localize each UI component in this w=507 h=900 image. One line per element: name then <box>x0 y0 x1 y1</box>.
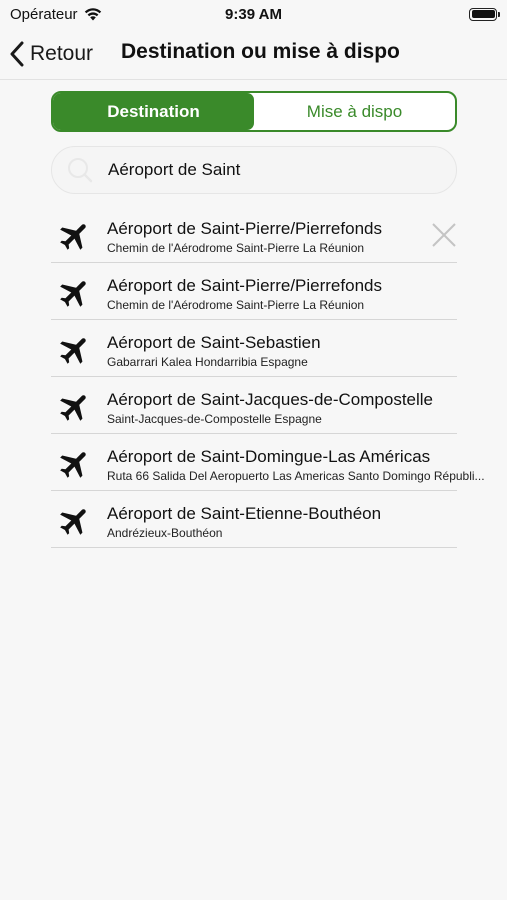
result-name: Aéroport de Saint-Pierre/Pierrefonds <box>107 276 382 295</box>
list-item[interactable]: Aéroport de Saint-Pierre/Pierrefonds Che… <box>51 263 457 320</box>
result-name: Aéroport de Saint-Jacques-de-Compostelle <box>107 390 434 409</box>
list-item[interactable]: Aéroport de Saint-Pierre/Pierrefonds Che… <box>51 206 457 263</box>
wifi-icon <box>84 8 101 21</box>
airplane-icon <box>60 281 86 307</box>
segment-destination[interactable]: Destination <box>53 93 254 130</box>
segment-mise-a-dispo[interactable]: Mise à dispo <box>254 93 455 130</box>
airplane-icon <box>60 224 86 250</box>
page-title: Destination ou mise à dispo <box>121 40 400 63</box>
navigation-bar: Retour Destination ou mise à dispo <box>0 28 507 80</box>
battery-icon <box>469 7 500 21</box>
result-name: Aéroport de Saint-Etienne-Bouthéon <box>107 504 382 523</box>
airplane-icon <box>60 395 86 421</box>
result-name: Aéroport de Saint-Sebastien <box>107 333 321 352</box>
result-address: Saint-Jacques-de-Compostelle Espagne <box>107 412 322 426</box>
back-label: Retour <box>30 42 94 65</box>
status-bar: Opérateur 9:39 AM <box>0 0 507 28</box>
back-button[interactable]: Retour <box>10 38 93 70</box>
result-address: Ruta 66 Salida Del Aeropuerto Las Americ… <box>107 469 485 483</box>
search-icon <box>68 158 93 183</box>
segmented-control: Destination Mise à dispo <box>51 91 457 132</box>
results-list: Aéroport de Saint-Pierre/Pierrefonds Che… <box>51 206 507 548</box>
search-bar[interactable] <box>51 146 457 194</box>
carrier-label: Opérateur <box>10 5 78 23</box>
result-address: Chemin de l'Aérodrome Saint-Pierre La Ré… <box>107 298 365 312</box>
list-item[interactable]: Aéroport de Saint-Domingue-Las Américas … <box>51 434 485 491</box>
result-address: Gabarrari Kalea Hondarribia Espagne <box>107 355 308 369</box>
status-left: Opérateur <box>10 6 102 23</box>
list-item[interactable]: Aéroport de Saint-Etienne-Bouthéon André… <box>51 491 457 548</box>
airplane-icon <box>60 338 86 364</box>
chevron-left-icon <box>10 41 24 67</box>
result-name: Aéroport de Saint-Pierre/Pierrefonds <box>107 219 382 238</box>
close-icon[interactable] <box>431 222 457 248</box>
result-address: Andrézieux-Bouthéon <box>107 526 223 540</box>
search-input[interactable] <box>108 160 428 180</box>
list-item[interactable]: Aéroport de Saint-Jacques-de-Compostelle… <box>51 377 457 434</box>
result-name: Aéroport de Saint-Domingue-Las Américas <box>107 447 431 466</box>
list-item[interactable]: Aéroport de Saint-Sebastien Gabarrari Ka… <box>51 320 457 377</box>
airplane-icon <box>60 452 86 478</box>
airplane-icon <box>60 509 86 535</box>
